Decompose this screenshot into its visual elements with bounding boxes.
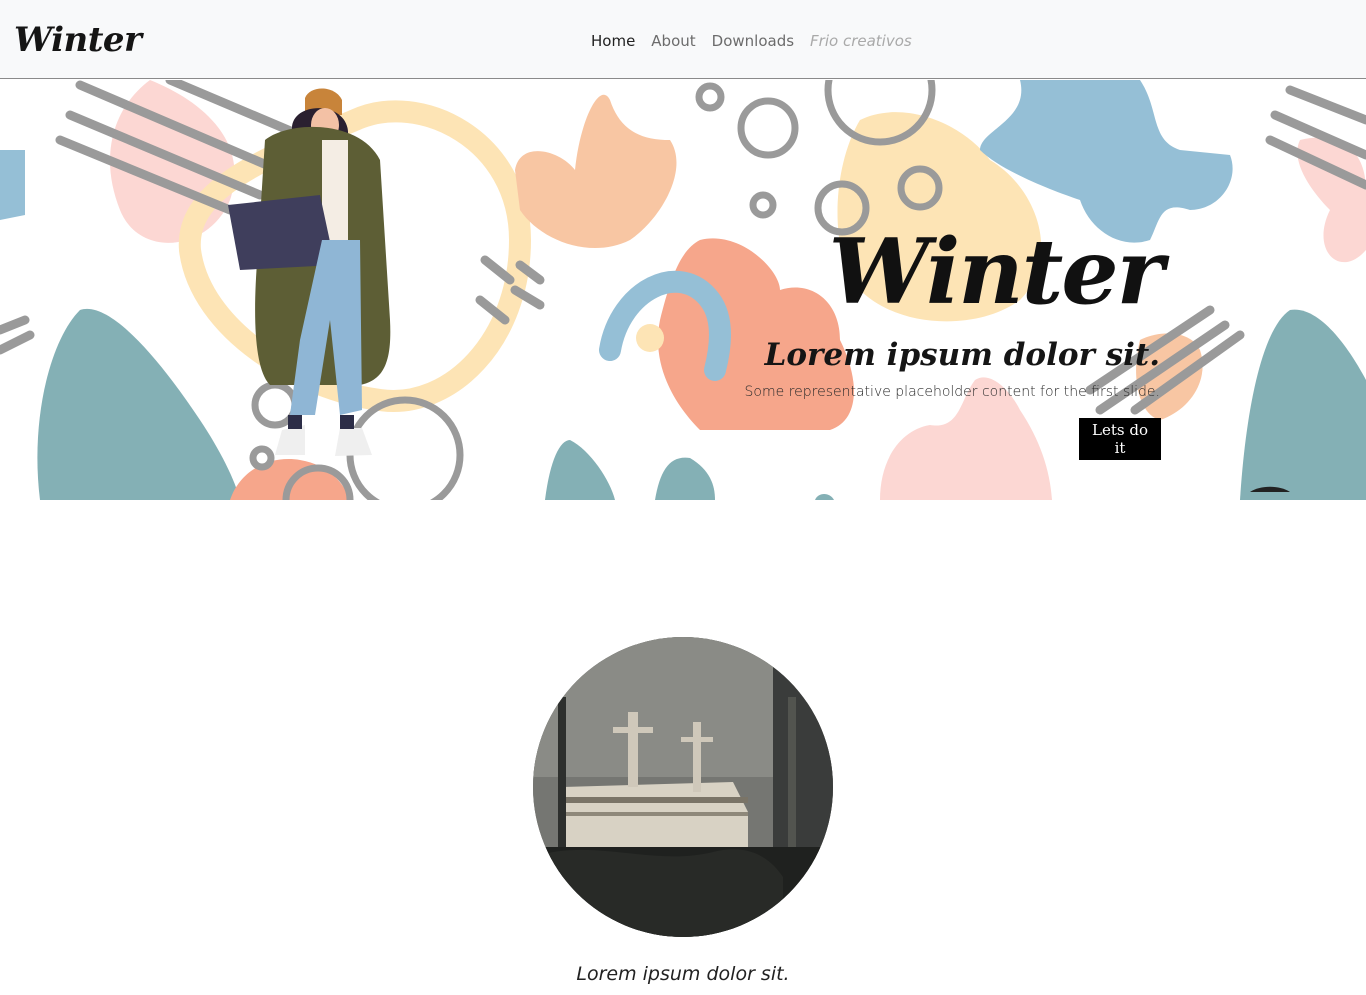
hero-subtitle: Lorem ipsum dolor sit. bbox=[764, 337, 1160, 373]
hero-carousel-slide: Winter Lorem ipsum dolor sit. Some repre… bbox=[0, 80, 1366, 500]
ship-photo bbox=[533, 637, 833, 937]
lets-do-it-button[interactable]: Lets do it bbox=[1079, 418, 1161, 460]
navbar: Winter Home About Downloads Frio creativ… bbox=[0, 0, 1366, 79]
brand-logo[interactable]: Winter bbox=[14, 18, 142, 62]
hero-title: Winter bbox=[828, 219, 1164, 325]
nav-link-frio-creativos: Frio creativos bbox=[810, 32, 912, 50]
hero-description: Some representative placeholder content … bbox=[744, 384, 1160, 400]
card-caption: Lorem ipsum dolor sit. bbox=[576, 963, 790, 985]
nav-link-about[interactable]: About bbox=[651, 31, 695, 51]
nav-links: Home About Downloads Frio creativos bbox=[591, 31, 928, 51]
nav-link-home[interactable]: Home bbox=[591, 31, 635, 51]
nav-link-downloads[interactable]: Downloads bbox=[712, 31, 794, 51]
